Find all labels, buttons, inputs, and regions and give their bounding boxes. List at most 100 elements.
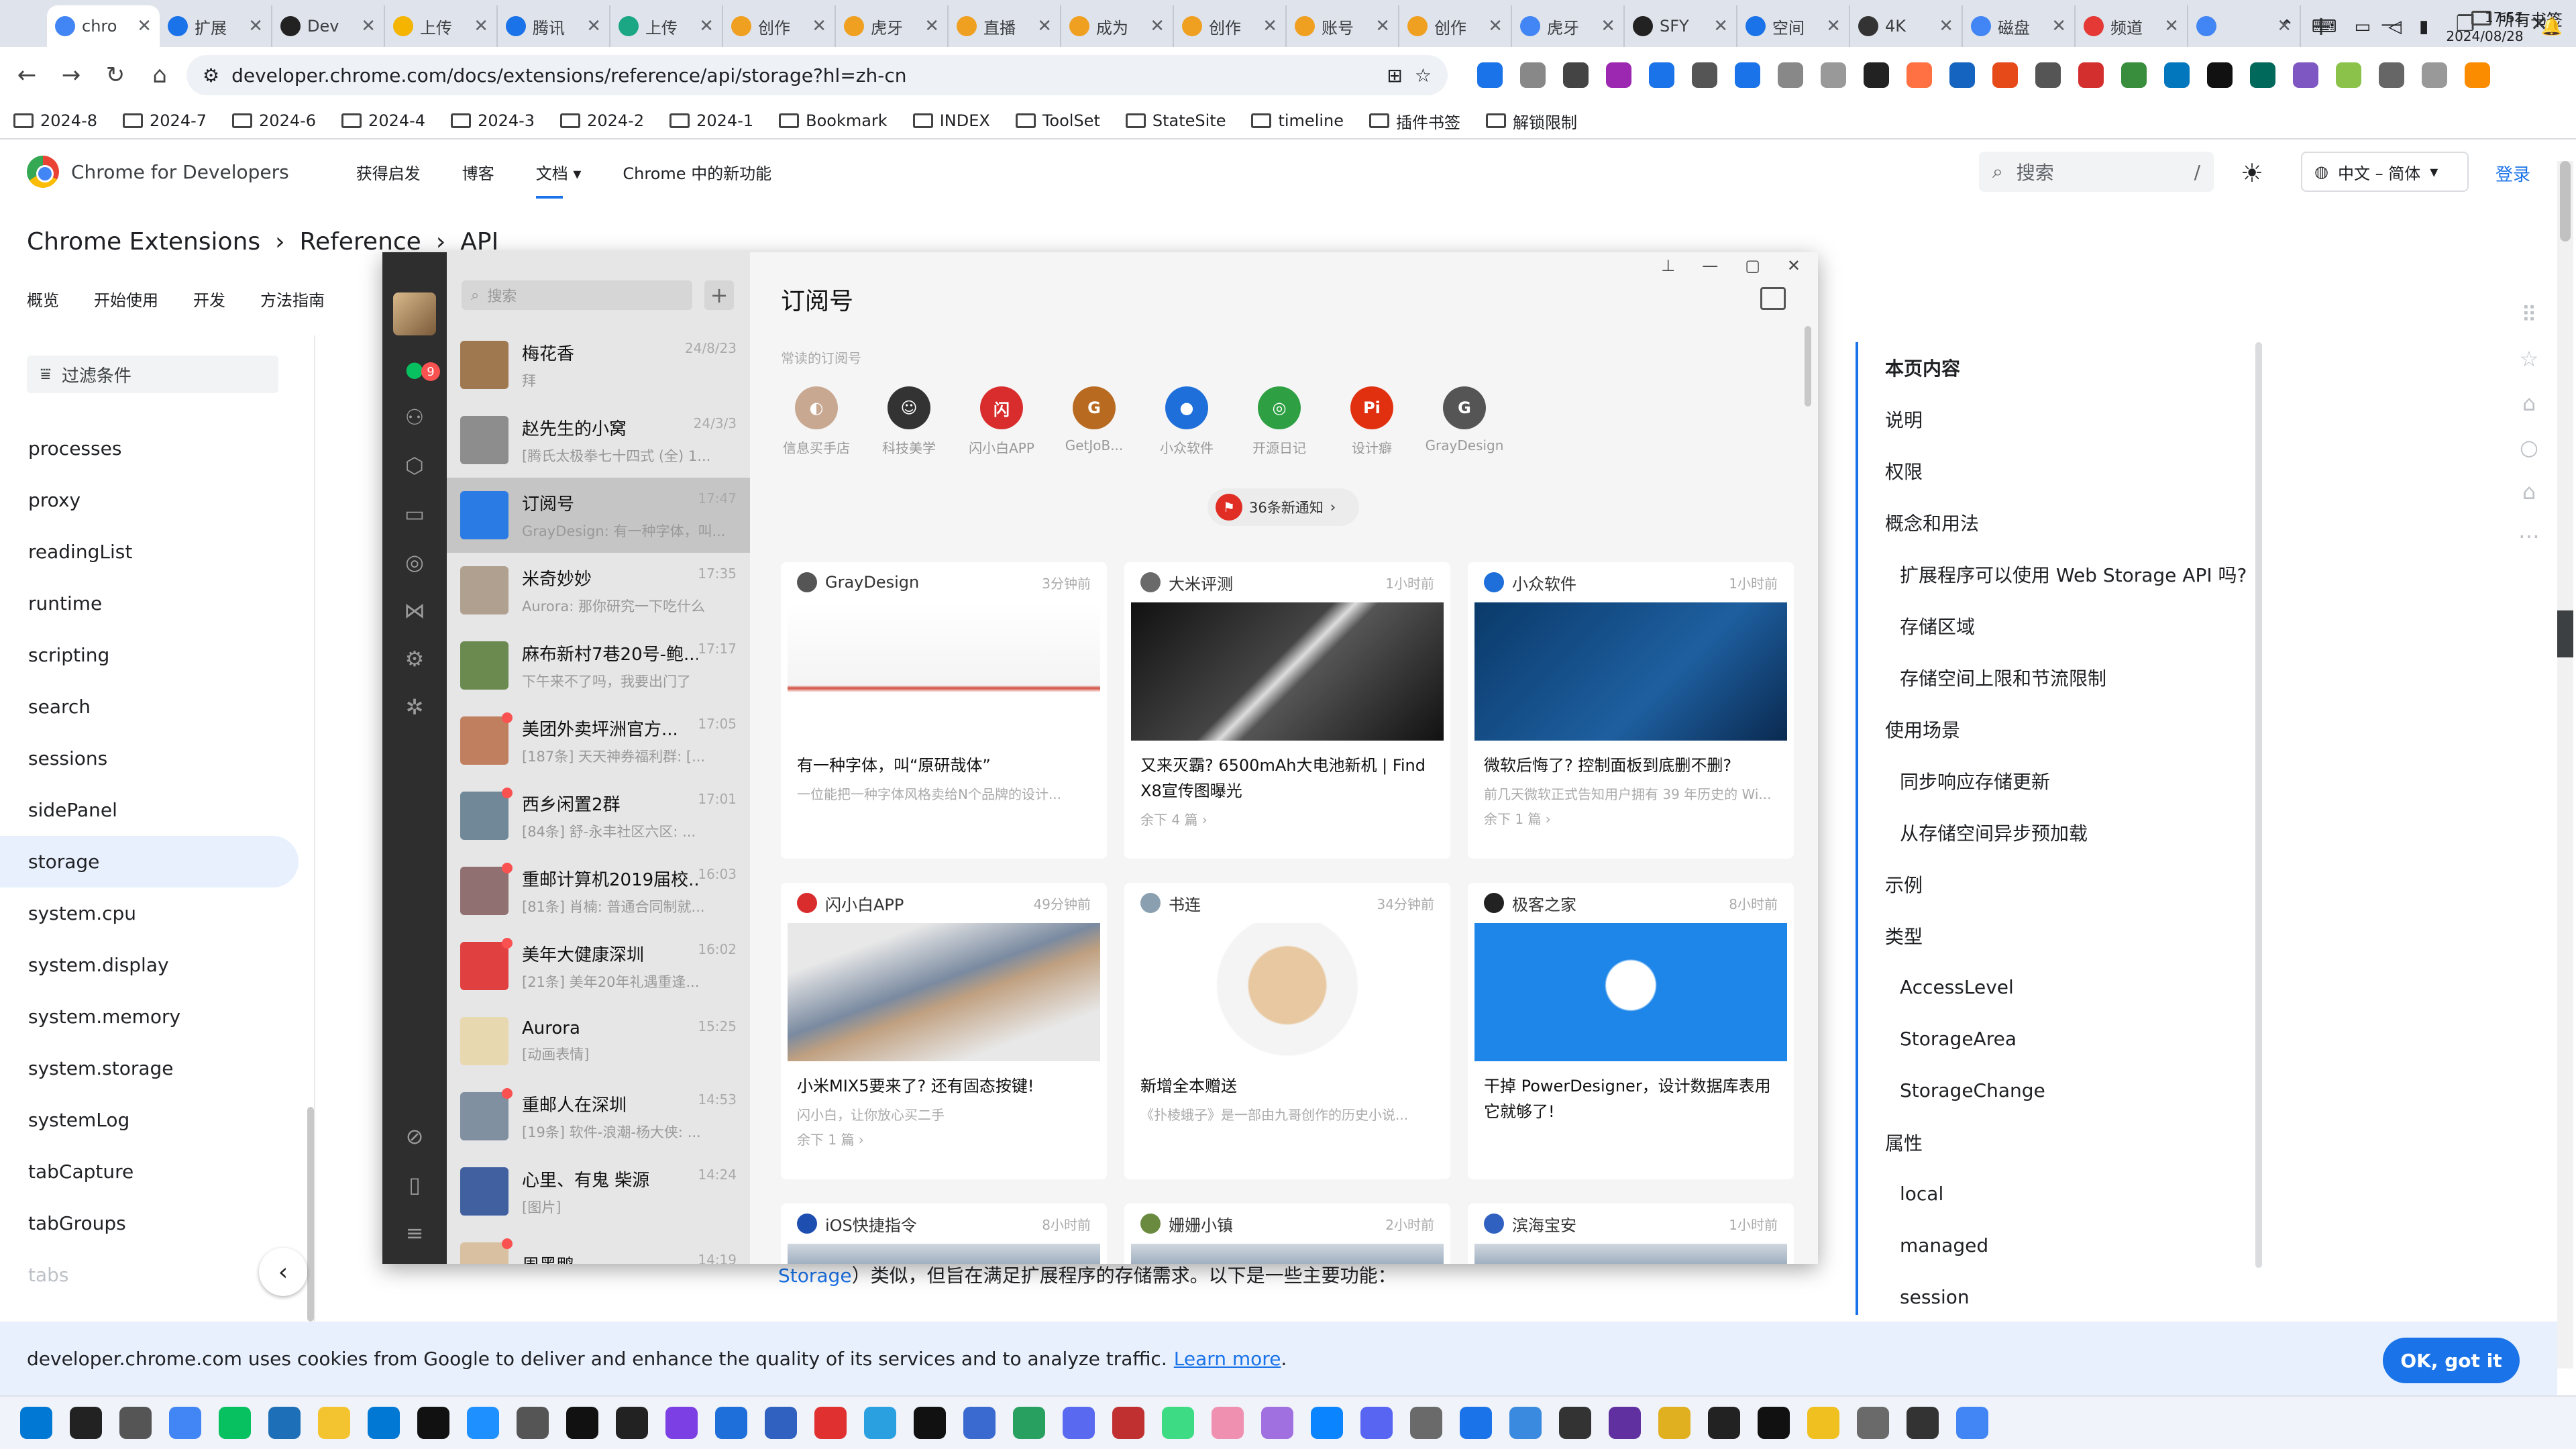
bookmark-folder[interactable]: 2024-4 <box>341 111 425 130</box>
browser-tab[interactable]: 成为 ✕ <box>1061 5 1174 47</box>
chevron-up-icon[interactable]: ⌃ <box>2279 17 2294 37</box>
nav-inspiration[interactable]: 获得启发 <box>356 160 421 184</box>
network-icon[interactable]: ▭ <box>2354 17 2371 37</box>
back-button[interactable]: ← <box>9 58 44 93</box>
toc-item[interactable]: AccessLevel <box>1858 961 2271 1013</box>
article-card[interactable]: 滨海宝安 1小时前 <box>1468 1203 1794 1264</box>
nav-blog[interactable]: 博客 <box>462 160 494 184</box>
toc-item[interactable]: local <box>1858 1168 2271 1220</box>
taskbar-app-icon[interactable] <box>1708 1407 1740 1439</box>
close-tab-icon[interactable]: ✕ <box>1150 16 1165 36</box>
learn-more-link[interactable]: Learn more <box>1174 1348 1281 1370</box>
search-icon[interactable] <box>70 1407 102 1439</box>
site-name[interactable]: Chrome for Developers <box>71 161 289 183</box>
extension-icon[interactable] <box>1606 62 1631 88</box>
collapse-sidebar-button[interactable]: ‹ <box>259 1248 307 1296</box>
maximize-button[interactable]: ▢ <box>1745 256 1760 275</box>
chat-item[interactable]: 赵先生的小窝 24/3/3 [腾氏太极拳七十四式 (全) 1... <box>447 402 750 478</box>
close-tab-icon[interactable]: ✕ <box>1939 16 1953 36</box>
extension-icon[interactable] <box>1520 62 1546 88</box>
extension-icon[interactable] <box>1735 62 1760 88</box>
star-icon[interactable]: ☆ <box>2520 346 2539 372</box>
add-chat-button[interactable]: + <box>704 280 734 310</box>
card-more-link[interactable]: 余下 1 篇 › <box>1468 803 1794 828</box>
taskbar-app-icon[interactable] <box>467 1407 499 1439</box>
sidebar-item[interactable]: sidePanel <box>0 784 299 836</box>
comment-icon[interactable]: ○ <box>2520 435 2538 460</box>
toc-item[interactable]: 存储区域 <box>1858 600 2271 651</box>
taskbar-app-icon[interactable] <box>417 1407 449 1439</box>
keyboard-icon[interactable]: ⌨ <box>2312 17 2337 37</box>
bookmark-folder[interactable]: 2024-2 <box>560 111 644 130</box>
extension-icon[interactable] <box>2336 62 2361 88</box>
bookmark-folder[interactable]: INDEX <box>912 111 990 130</box>
sidebar-item[interactable]: systemLog <box>0 1094 299 1146</box>
browser-tab[interactable]: 创作 ✕ <box>723 5 836 47</box>
theme-toggle-icon[interactable]: ☀ <box>2241 158 2263 188</box>
taskbar-app-icon[interactable] <box>1410 1407 1442 1439</box>
sidebar-item[interactable]: system.storage <box>0 1042 299 1094</box>
bookmark-star-icon[interactable]: ☆ <box>1415 64 1432 87</box>
close-tab-icon[interactable]: ✕ <box>1488 16 1503 36</box>
page-scrollbar[interactable] <box>2557 161 2573 1368</box>
taskbar-app-icon[interactable] <box>1311 1407 1343 1439</box>
extension-icon[interactable] <box>1477 62 1503 88</box>
forward-button[interactable]: → <box>54 58 89 93</box>
close-tab-icon[interactable]: ✕ <box>1263 16 1277 36</box>
site-search-input[interactable]: ⌕ 搜索 / <box>1979 152 2214 192</box>
article-card[interactable]: 姗姗小镇 2小时前 <box>1124 1203 1450 1264</box>
browser-tab[interactable]: 上传 ✕ <box>610 5 723 47</box>
toc-item[interactable]: 从存储空间异步预加载 <box>1858 806 2271 858</box>
taskbar-app-icon[interactable] <box>1212 1407 1244 1439</box>
storage-link[interactable]: Storage <box>778 1265 852 1287</box>
browser-tab[interactable]: 空间 ✕ <box>1737 5 1850 47</box>
toc-item[interactable]: 权限 <box>1858 445 2271 496</box>
phone-icon[interactable]: ▯ <box>400 1170 429 1199</box>
taskbar-app-icon[interactable] <box>1857 1407 1889 1439</box>
sidebar-item[interactable]: scripting <box>0 629 299 681</box>
chat-item[interactable]: 订阅号 17:47 GrayDesign: 有一种字体，叫... <box>447 478 750 553</box>
notifications-button[interactable]: ⚑ 36条新通知 › <box>1208 488 1359 526</box>
browser-tab[interactable]: 虎牙 ✕ <box>1512 5 1625 47</box>
taskbar-app-icon[interactable] <box>1907 1407 1939 1439</box>
bookmark-folder[interactable]: 2024-3 <box>451 111 535 130</box>
menu-icon[interactable]: ≡ <box>400 1218 429 1248</box>
sidebar-item[interactable]: tabCapture <box>0 1146 299 1197</box>
frequent-account[interactable]: ☺ 科技美学 <box>867 386 951 457</box>
taskbar-app-icon[interactable] <box>566 1407 598 1439</box>
bookmark-folder[interactable]: timeline <box>1251 111 1344 130</box>
toc-item[interactable]: 存储空间上限和节流限制 <box>1858 651 2271 703</box>
close-tab-icon[interactable]: ✕ <box>812 16 826 36</box>
extension-icon[interactable] <box>2250 62 2275 88</box>
toc-item[interactable]: 使用场景 <box>1858 703 2271 755</box>
extension-icon[interactable] <box>2035 62 2061 88</box>
extension-icon[interactable] <box>1649 62 1674 88</box>
panel-scrollbar[interactable] <box>1805 326 1811 407</box>
browser-tab[interactable]: 账号 ✕ <box>1287 5 1399 47</box>
subnav-develop[interactable]: 开发 <box>193 287 225 311</box>
nav-docs[interactable]: 文档 ▾ <box>535 160 581 199</box>
browser-tab[interactable]: 腾讯 ✕ <box>498 5 610 47</box>
extension-icon[interactable] <box>2164 62 2190 88</box>
bookmark-folder[interactable]: 2024-8 <box>13 111 97 130</box>
article-card[interactable]: iOS快捷指令 8小时前 <box>781 1203 1107 1264</box>
toc-item[interactable]: 说明 <box>1858 393 2271 445</box>
toc-item[interactable]: 扩展程序可以使用 Web Storage API 吗? <box>1858 548 2271 600</box>
reload-button[interactable]: ↻ <box>98 58 133 93</box>
frequent-account[interactable]: G GetJoB... <box>1052 386 1136 457</box>
chat-item[interactable]: 美团外卖坪洲官方... 17:05 [187条] 天天神券福利群: [... <box>447 703 750 778</box>
filter-input[interactable]: ⩸ 过滤条件 <box>27 356 278 393</box>
home-button[interactable]: ⌂ <box>142 58 177 93</box>
taskbar-app-icon[interactable] <box>1658 1407 1690 1439</box>
folder-icon[interactable]: ▭ <box>400 499 429 529</box>
breadcrumb-api[interactable]: API <box>460 228 498 256</box>
taskbar-app-icon[interactable] <box>517 1407 549 1439</box>
toc-item[interactable]: 属性 <box>1858 1116 2271 1168</box>
toc-item[interactable]: 同步响应存储更新 <box>1858 755 2271 806</box>
close-tab-icon[interactable]: ✕ <box>1713 16 1728 36</box>
taskbar-app-icon[interactable] <box>1758 1407 1790 1439</box>
taskbar-app-icon[interactable] <box>914 1407 946 1439</box>
extension-icon[interactable] <box>1949 62 1975 88</box>
card-more-link[interactable]: 余下 4 篇 › <box>1124 804 1450 828</box>
moments-icon[interactable]: ◎ <box>400 547 429 577</box>
